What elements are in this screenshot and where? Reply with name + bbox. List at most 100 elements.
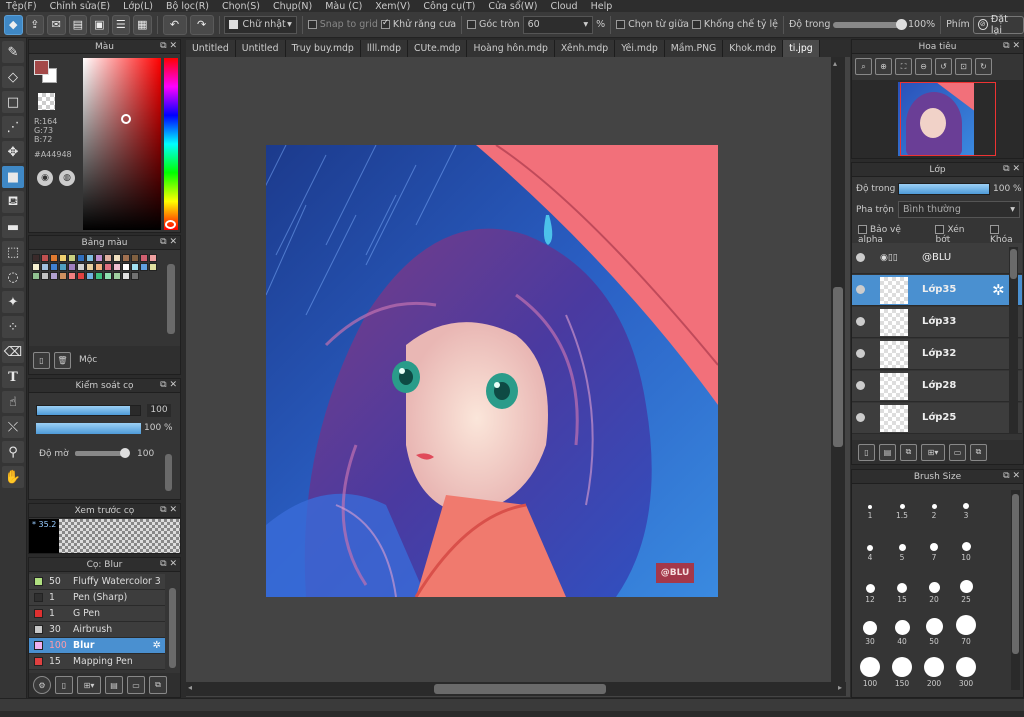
- menu-item[interactable]: Cloud: [544, 1, 584, 12]
- palette-swatch[interactable]: [41, 272, 49, 280]
- rotate-right-icon[interactable]: ↻: [975, 58, 992, 75]
- layer-row[interactable]: Lớp28: [852, 371, 1022, 402]
- copy-layer-icon[interactable]: ⧉: [900, 443, 917, 461]
- brush-size-cell[interactable]: 100: [855, 654, 885, 688]
- document-tab[interactable]: CUte.mdp: [408, 40, 468, 57]
- copy-brush-icon[interactable]: ▤: [105, 676, 123, 694]
- lock-checkbox[interactable]: Khóa: [989, 225, 1023, 245]
- document-tab[interactable]: ti.jpg: [783, 40, 820, 57]
- center-select-checkbox[interactable]: Chọn từ giữa: [616, 19, 689, 30]
- brush-size-cell[interactable]: 7: [919, 528, 949, 562]
- layer-row[interactable]: Lớp25: [852, 403, 1022, 434]
- menu-item[interactable]: Lớp(L): [117, 1, 160, 12]
- document-tab[interactable]: Yêi.mdp: [615, 40, 665, 57]
- rect-select-tool-icon[interactable]: ⬚: [2, 241, 24, 263]
- undo-icon[interactable]: ↶: [162, 14, 187, 35]
- layer-scroll-thumb[interactable]: [1010, 249, 1017, 279]
- palette-swatch[interactable]: [122, 263, 130, 271]
- palette-swatch[interactable]: [86, 263, 94, 271]
- palette-swatch[interactable]: [68, 263, 76, 271]
- shape-tool-icon[interactable]: □: [2, 91, 24, 113]
- brush-size-cell[interactable]: 25: [951, 570, 981, 604]
- visibility-eye-icon[interactable]: [856, 317, 865, 326]
- text-tool-icon[interactable]: T: [2, 366, 24, 388]
- magic-wand-tool-icon[interactable]: ✦: [2, 291, 24, 313]
- hue-slider[interactable]: [164, 58, 178, 230]
- document-tab[interactable]: Khok.mdp: [723, 40, 784, 57]
- round-value-input[interactable]: 60 ▾: [522, 15, 594, 34]
- reset-view-icon[interactable]: ⊡: [955, 58, 972, 75]
- brush-size-cell[interactable]: 12: [855, 570, 885, 604]
- transparent-color-swatch[interactable]: [38, 93, 55, 110]
- hue-handle[interactable]: [165, 220, 176, 229]
- layer-settings-icon[interactable]: ✲: [992, 281, 1005, 299]
- fit-icon[interactable]: ⛶: [895, 58, 912, 75]
- layer-row[interactable]: ◉▯▯ @BLU: [852, 243, 1022, 274]
- palette-swatch[interactable]: [95, 272, 103, 280]
- layer-opacity-slider[interactable]: [898, 183, 990, 195]
- brush-size-cell[interactable]: 5: [887, 528, 917, 562]
- panel-icon[interactable]: ▤: [68, 14, 88, 35]
- canvas-vertical-scrollbar[interactable]: ▴: [831, 57, 845, 682]
- palette-swatch[interactable]: [41, 263, 49, 271]
- menu-item[interactable]: Chỉnh sửa(E): [44, 1, 118, 12]
- trash-icon[interactable]: 🗑: [54, 351, 71, 369]
- palette-swatch[interactable]: [131, 254, 139, 262]
- picker-cursor[interactable]: [121, 114, 131, 124]
- horizontal-scroll-thumb[interactable]: [434, 684, 606, 694]
- brush-size-cell[interactable]: 150: [887, 654, 917, 688]
- palette-swatch[interactable]: [104, 263, 112, 271]
- brush-list-item[interactable]: 30 Airbrush: [29, 622, 165, 638]
- antialias-checkbox[interactable]: Khử răng cưa: [380, 18, 456, 30]
- snap-checkbox[interactable]: Snap to grid: [307, 19, 378, 30]
- document-tab[interactable]: Truy buy.mdp: [285, 40, 361, 57]
- layer-row[interactable]: Lớp35 ✲: [852, 275, 1022, 306]
- brush-size-cell[interactable]: 10: [951, 528, 981, 562]
- dot-brush-tool-icon[interactable]: ⋰: [2, 116, 24, 138]
- new-brush-icon[interactable]: ▯: [55, 676, 73, 694]
- brush-size-scroll-thumb[interactable]: [1012, 494, 1019, 654]
- panel-close-icon[interactable]: ⧉ ✕: [160, 380, 177, 390]
- eyedropper-tool-icon[interactable]: ⚲: [2, 441, 24, 463]
- menu-item[interactable]: Help: [585, 1, 620, 12]
- vertical-scroll-thumb[interactable]: [833, 287, 843, 447]
- folder-icon[interactable]: ▭: [949, 443, 966, 461]
- duplicate-icon[interactable]: ⧉: [149, 676, 167, 694]
- panel-close-icon[interactable]: ⧉ ✕: [160, 41, 177, 51]
- palette-swatch[interactable]: [68, 272, 76, 280]
- protect-alpha-checkbox[interactable]: Bảo vệ alpha: [858, 225, 925, 245]
- palette-swatch[interactable]: [149, 254, 157, 262]
- dropper-tool-icon[interactable]: ⤬: [2, 416, 24, 438]
- canvas-horizontal-scrollbar[interactable]: ◂ ▸: [186, 682, 846, 696]
- brush-size-cell[interactable]: 300: [951, 654, 981, 688]
- list-icon[interactable]: ☰: [111, 14, 131, 35]
- zoom-in-icon[interactable]: ⊕: [875, 58, 892, 75]
- redo-icon[interactable]: ↷: [189, 14, 214, 35]
- visibility-eye-icon[interactable]: [856, 253, 865, 262]
- brush-size-cell[interactable]: 1.5: [887, 486, 917, 520]
- brush-size-cell[interactable]: 50: [919, 612, 949, 646]
- visibility-eye-icon[interactable]: [856, 381, 865, 390]
- brush-size-scrollbar[interactable]: [1011, 490, 1020, 690]
- brush-size-cell[interactable]: 70: [951, 612, 981, 646]
- document-tab[interactable]: Untitled: [235, 40, 286, 57]
- palette-swatch[interactable]: [140, 254, 148, 262]
- palette-swatch[interactable]: [59, 263, 67, 271]
- menu-item[interactable]: Công cụ(T): [417, 1, 482, 12]
- palette-swatch[interactable]: [50, 263, 58, 271]
- document-tab[interactable]: Xênh.mdp: [554, 40, 616, 57]
- palette-swatch[interactable]: [113, 254, 121, 262]
- palette-swatch[interactable]: [59, 272, 67, 280]
- panel-close-icon[interactable]: ⧉ ✕: [160, 505, 177, 515]
- select-rect-tool-icon[interactable]: ■: [2, 166, 24, 188]
- scroll-left-icon[interactable]: ◂: [188, 683, 192, 692]
- menu-item[interactable]: Xem(V): [369, 1, 417, 12]
- clip-checkbox[interactable]: Xén bớt: [935, 225, 979, 245]
- palette-swatch[interactable]: [113, 272, 121, 280]
- brush-list-scrollbar[interactable]: [169, 588, 176, 668]
- new-folder-layer-icon[interactable]: ▤: [879, 443, 896, 461]
- hand-tool-icon[interactable]: ✋: [2, 466, 24, 488]
- new-palette-icon[interactable]: ▯: [33, 351, 50, 369]
- zoom-icon[interactable]: ⌕: [855, 58, 872, 75]
- brush-settings-icon[interactable]: ✲: [153, 640, 161, 651]
